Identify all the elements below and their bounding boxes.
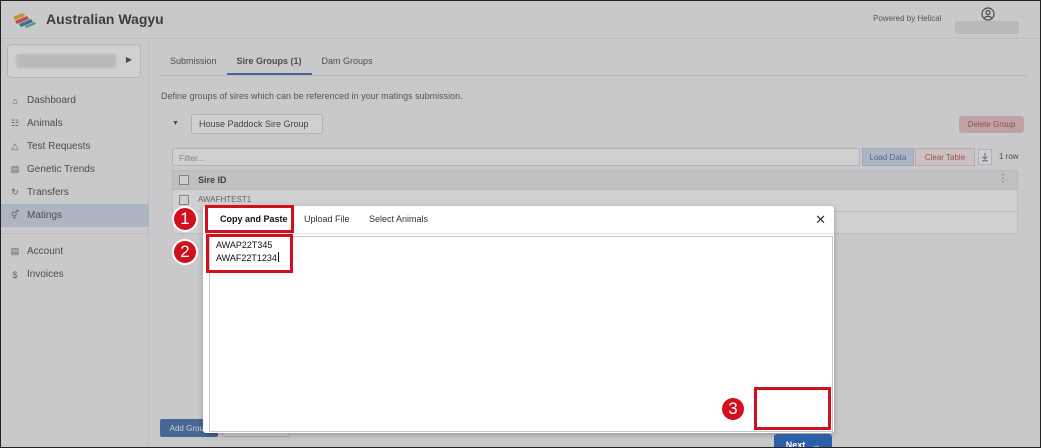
callout-box-textarea (206, 234, 293, 273)
callout-badge-2: 2 (172, 239, 198, 265)
tab-select-animals[interactable]: Select Animals (369, 214, 428, 224)
callout-badge-3: 3 (720, 396, 746, 422)
callout-box-next (754, 387, 831, 430)
tab-upload-file[interactable]: Upload File (304, 214, 350, 224)
callout-box-tab (205, 205, 294, 233)
next-button-label: Next (785, 440, 806, 448)
app-window: Australian Wagyu ⌄ Powered by Helical ▶ … (0, 0, 1041, 448)
next-button[interactable]: Next → (774, 434, 832, 448)
arrow-right-icon: → (811, 440, 821, 448)
callout-badge-1: 1 (172, 206, 198, 232)
close-icon[interactable]: ✕ (815, 212, 826, 228)
modal-tabs: Copy and Paste Upload File Select Animal… (203, 206, 834, 234)
